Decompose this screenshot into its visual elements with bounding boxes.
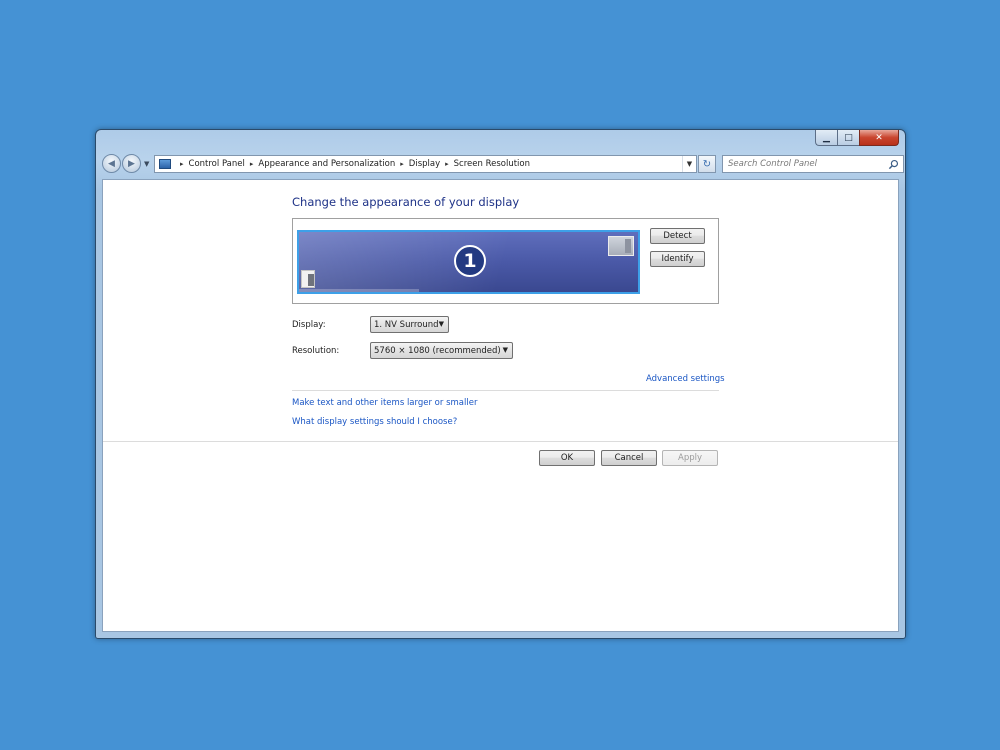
search-box[interactable]: [722, 155, 904, 173]
breadcrumb-appearance[interactable]: Appearance and Personalization: [258, 159, 395, 169]
breadcrumb-control-panel[interactable]: Control Panel: [189, 159, 245, 169]
monitor-taskbar: [299, 289, 419, 292]
search-input[interactable]: [728, 159, 883, 169]
address-dropdown-button[interactable]: ▼: [682, 156, 696, 172]
maximize-button[interactable]: □: [837, 130, 859, 146]
control-panel-icon: [159, 159, 171, 169]
content-pane: Change the appearance of your display 1 …: [102, 179, 899, 632]
breadcrumb-separator[interactable]: ▸: [400, 160, 404, 168]
text-size-link[interactable]: Make text and other items larger or smal…: [292, 398, 477, 408]
breadcrumb-screen-resolution[interactable]: Screen Resolution: [454, 159, 530, 169]
forward-arrow-icon: ▶: [128, 158, 135, 169]
section-divider: [292, 390, 719, 391]
back-button[interactable]: ◀: [102, 154, 121, 173]
ok-button[interactable]: OK: [539, 450, 595, 466]
navigation-bar: ◀ ▶ ▼ ▸ Control Panel ▸ Appearance and P…: [102, 154, 904, 176]
minimize-button[interactable]: ▁: [815, 130, 837, 146]
refresh-button[interactable]: ↻: [698, 155, 716, 173]
close-button[interactable]: ✕: [859, 130, 899, 146]
display-preview: 1 Detect Identify: [292, 218, 719, 304]
breadcrumb-separator[interactable]: ▸: [445, 160, 449, 168]
display-select[interactable]: 1. NV Surround ▼: [370, 316, 449, 333]
resolution-label: Resolution:: [292, 346, 340, 356]
display-label: Display:: [292, 320, 326, 330]
back-arrow-icon: ◀: [108, 158, 115, 169]
advanced-settings-link[interactable]: Advanced settings: [646, 374, 725, 384]
monitor-number-badge: 1: [454, 245, 486, 277]
search-icon[interactable]: [888, 159, 899, 170]
footer-divider: [103, 441, 898, 442]
chevron-down-icon: ▼: [502, 346, 508, 354]
detect-button[interactable]: Detect: [650, 228, 705, 244]
resolution-select[interactable]: 5760 × 1080 (recommended) ▼: [370, 342, 513, 359]
breadcrumb-separator[interactable]: ▸: [180, 160, 184, 168]
document-thumbnail-icon: [301, 270, 315, 288]
identify-button[interactable]: Identify: [650, 251, 705, 267]
breadcrumb-separator[interactable]: ▸: [250, 160, 254, 168]
history-buttons: ◀ ▶ ▼: [102, 154, 149, 173]
display-select-value: 1. NV Surround: [374, 319, 439, 330]
window-thumbnail-icon: [608, 236, 634, 256]
cancel-button[interactable]: Cancel: [601, 450, 657, 466]
address-bar[interactable]: ▸ Control Panel ▸ Appearance and Persona…: [154, 155, 697, 173]
chevron-down-icon: ▼: [438, 320, 444, 328]
resolution-select-value: 5760 × 1080 (recommended): [374, 345, 501, 356]
refresh-icon: ↻: [702, 158, 712, 170]
page-title: Change the appearance of your display: [292, 195, 520, 209]
forward-button[interactable]: ▶: [122, 154, 141, 173]
screen-resolution-window: ▁ □ ✕ ◀ ▶ ▼ ▸ Control Panel ▸ Appearance…: [95, 129, 906, 639]
monitor-1-tile[interactable]: 1: [297, 230, 640, 294]
apply-button: Apply: [662, 450, 718, 466]
display-help-link[interactable]: What display settings should I choose?: [292, 417, 457, 427]
caption-buttons: ▁ □ ✕: [815, 130, 899, 146]
recent-pages-dropdown[interactable]: ▼: [144, 160, 149, 168]
breadcrumb-display[interactable]: Display: [409, 159, 440, 169]
